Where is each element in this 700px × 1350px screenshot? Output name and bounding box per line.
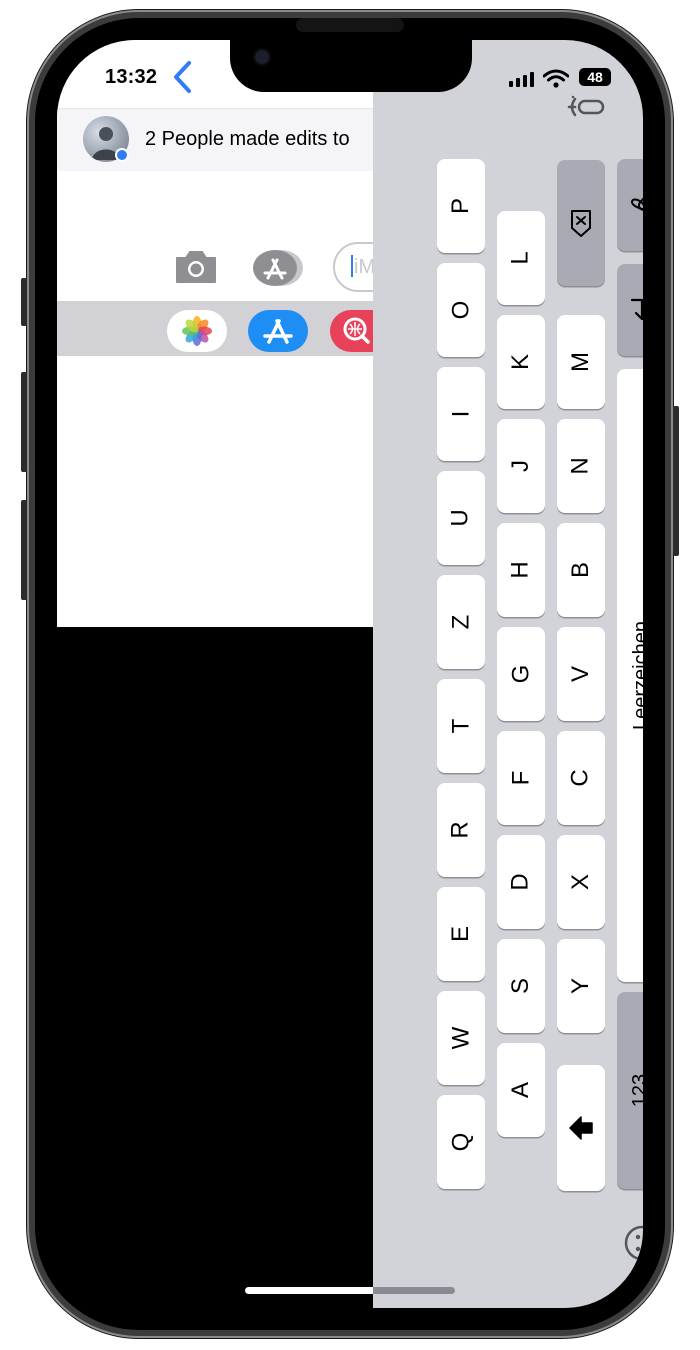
key-g[interactable]: G [497, 627, 545, 721]
key-l[interactable]: L [497, 211, 545, 305]
return-key[interactable] [617, 264, 643, 356]
key-d[interactable]: D [497, 835, 545, 929]
key-k[interactable]: K [497, 315, 545, 409]
text-cursor [351, 255, 353, 277]
key-p[interactable]: P [437, 159, 485, 253]
key-label: T [446, 718, 474, 734]
key-label: W [447, 1026, 474, 1050]
action-button [21, 278, 27, 326]
key-x[interactable]: X [557, 835, 605, 929]
key-label: V [566, 665, 594, 683]
power-button [673, 406, 679, 556]
phone-screen: 13:32 2 People made edits to iM 48 P O I… [57, 40, 643, 1308]
key-label: E [446, 925, 474, 943]
numbers-key-label: 123 [629, 1073, 644, 1108]
volume-up-button [21, 372, 27, 472]
app-store-app-icon[interactable] [248, 310, 308, 352]
key-r[interactable]: R [437, 783, 485, 877]
signal-icon [509, 72, 534, 87]
emoji-icon[interactable] [623, 1224, 643, 1262]
home-indicator-overlay [373, 1287, 455, 1294]
dynamic-island-notch [230, 40, 472, 92]
key-label: B [566, 561, 594, 579]
search-app-icon[interactable] [330, 310, 373, 352]
avatar-badge [115, 148, 129, 162]
key-z[interactable]: Z [437, 575, 485, 669]
key-f[interactable]: F [497, 731, 545, 825]
key-label: R [447, 821, 474, 839]
dictation-mic-icon[interactable] [565, 94, 609, 120]
speaker-grille [296, 18, 404, 32]
key-label: Z [446, 614, 474, 630]
key-m[interactable]: M [557, 315, 605, 409]
key-label: P [446, 197, 474, 215]
delete-key[interactable] [557, 160, 605, 286]
key-label: J [507, 460, 534, 472]
photos-app-icon[interactable] [167, 310, 227, 352]
conversation-header-text: 2 People made edits to [145, 128, 350, 150]
key-label: S [506, 977, 534, 995]
key-a[interactable]: A [497, 1043, 545, 1137]
handwriting-key[interactable] [617, 159, 643, 251]
front-camera [255, 50, 269, 64]
key-s[interactable]: S [497, 939, 545, 1033]
key-label: N [567, 457, 594, 475]
return-icon [630, 298, 643, 321]
key-label: D [507, 873, 534, 891]
shift-icon [569, 1116, 593, 1140]
space-key-label: Leerzeichen [629, 621, 644, 730]
status-time: 13:32 [105, 66, 158, 88]
key-label: K [506, 353, 534, 371]
back-chevron-icon[interactable] [171, 60, 195, 94]
key-label: L [506, 251, 534, 265]
key-n[interactable]: N [557, 419, 605, 513]
key-label: Q [446, 1132, 474, 1152]
app-store-icon[interactable] [251, 248, 307, 288]
key-label: Y [566, 977, 594, 995]
key-label: H [507, 561, 534, 579]
key-i[interactable]: I [437, 367, 485, 461]
space-key[interactable]: Leerzeichen [617, 369, 643, 982]
key-u[interactable]: U [437, 471, 485, 565]
key-label: M [567, 352, 594, 372]
handwriting-icon [630, 193, 643, 217]
shift-key[interactable] [557, 1065, 605, 1191]
key-q[interactable]: Q [437, 1095, 485, 1189]
key-b[interactable]: B [557, 523, 605, 617]
key-t[interactable]: T [437, 679, 485, 773]
key-j[interactable]: J [497, 419, 545, 513]
key-c[interactable]: C [557, 731, 605, 825]
key-w[interactable]: W [437, 991, 485, 1085]
volume-down-button [21, 500, 27, 600]
keyboard: 48 P O I U Z T R E W Q L K J H G F D S A [373, 40, 643, 1308]
wifi-icon [543, 69, 569, 88]
key-e[interactable]: E [437, 887, 485, 981]
battery-icon: 48 [579, 68, 611, 86]
key-label: G [506, 664, 534, 684]
camera-icon[interactable] [173, 248, 219, 286]
key-y[interactable]: Y [557, 939, 605, 1033]
key-label: O [446, 300, 474, 320]
key-label: C [567, 769, 594, 787]
key-h[interactable]: H [497, 523, 545, 617]
key-o[interactable]: O [437, 263, 485, 357]
key-label: A [506, 1081, 534, 1099]
key-label: F [506, 770, 534, 786]
numbers-key[interactable]: 123 [617, 992, 643, 1189]
key-v[interactable]: V [557, 627, 605, 721]
key-label: X [566, 873, 594, 891]
message-input-placeholder: iM [354, 256, 376, 278]
key-label: U [447, 509, 474, 527]
key-label: I [446, 410, 474, 418]
delete-icon [571, 210, 591, 237]
